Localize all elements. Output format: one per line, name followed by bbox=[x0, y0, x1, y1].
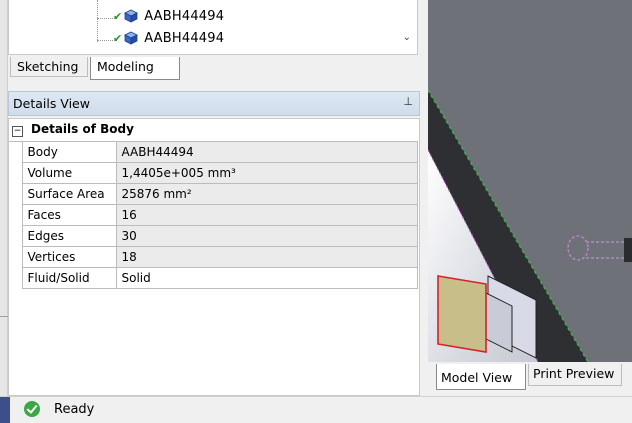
status-ok-icon bbox=[24, 401, 40, 417]
body-cube-icon bbox=[124, 9, 139, 23]
property-key: Edges bbox=[21, 224, 117, 247]
property-value[interactable]: 16 bbox=[115, 203, 418, 226]
viewport-tabs: Model View Print Preview bbox=[428, 362, 632, 394]
details-view-header: Details View ⊥ bbox=[8, 91, 420, 116]
table-row[interactable]: Fluid/Solid Solid bbox=[9, 266, 418, 289]
check-icon: ✔ bbox=[113, 9, 123, 23]
tree-item[interactable]: ✔ AABH44494 bbox=[97, 6, 224, 26]
property-key: Fluid/Solid bbox=[21, 266, 117, 289]
details-group-title: Details of Body bbox=[31, 122, 134, 137]
table-row[interactable]: Volume 1,4405e+005 mm³ bbox=[9, 161, 418, 184]
tab-print-preview[interactable]: Print Preview bbox=[528, 364, 622, 386]
details-table: − Details of Body Body AABH44494 Volume 1… bbox=[9, 119, 418, 289]
property-key: Vertices bbox=[21, 245, 117, 268]
property-value[interactable]: 1,4405e+005 mm³ bbox=[115, 161, 418, 184]
model-geometry bbox=[428, 0, 632, 362]
taskbar-edge bbox=[0, 397, 10, 423]
property-key: Faces bbox=[21, 203, 117, 226]
property-key: Surface Area bbox=[21, 182, 117, 205]
property-value[interactable]: 30 bbox=[115, 224, 418, 247]
check-icon: ✔ bbox=[113, 31, 123, 45]
pin-icon[interactable]: ⊥ bbox=[403, 95, 413, 108]
graphics-viewport[interactable] bbox=[428, 0, 632, 362]
left-strip-separator bbox=[0, 316, 8, 317]
tab-sketching[interactable]: Sketching bbox=[10, 57, 88, 77]
table-row[interactable]: Body AABH44494 bbox=[9, 140, 418, 163]
tree-item[interactable]: ✔ AABH44494 bbox=[97, 28, 224, 48]
property-key: Body bbox=[21, 140, 117, 163]
property-key: Volume bbox=[21, 161, 117, 184]
tree-item-label: AABH44494 bbox=[144, 30, 225, 46]
table-row[interactable]: Faces 16 bbox=[9, 203, 418, 226]
body-cube-icon bbox=[124, 31, 139, 45]
status-bar: Ready bbox=[0, 396, 632, 423]
tree-item-label: AABH44494 bbox=[144, 8, 225, 24]
property-value[interactable]: AABH44494 bbox=[115, 140, 418, 163]
status-text: Ready bbox=[54, 402, 95, 417]
details-panel: − Details of Body Body AABH44494 Volume 1… bbox=[8, 118, 420, 396]
left-edge-strip bbox=[0, 0, 8, 396]
chevron-down-icon[interactable]: ⌄ bbox=[403, 32, 411, 43]
table-row[interactable]: Edges 30 bbox=[9, 224, 418, 247]
tab-modeling[interactable]: Modeling bbox=[90, 57, 180, 80]
collapse-toggle-icon[interactable]: − bbox=[12, 126, 23, 138]
tab-model-view[interactable]: Model View bbox=[436, 364, 526, 390]
details-view-title: Details View bbox=[13, 96, 90, 111]
table-row[interactable]: Surface Area 25876 mm² bbox=[9, 182, 418, 205]
table-row[interactable]: Vertices 18 bbox=[9, 245, 418, 268]
property-value[interactable]: Solid bbox=[115, 266, 418, 289]
property-value[interactable]: 18 bbox=[115, 245, 418, 268]
property-value[interactable]: 25876 mm² bbox=[115, 182, 418, 205]
details-group-row[interactable]: − Details of Body bbox=[9, 119, 417, 142]
model-tree[interactable]: ✔ AABH44494 ✔ AABH44494 ⌄ bbox=[8, 0, 418, 55]
tree-tabs: Sketching Modeling bbox=[8, 56, 418, 86]
